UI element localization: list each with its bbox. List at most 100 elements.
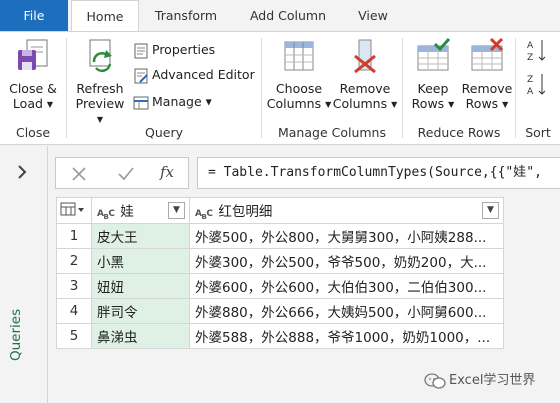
text-type-icon: ABC <box>97 209 115 221</box>
properties-button[interactable]: Properties <box>133 40 215 60</box>
cell-detail[interactable]: 外婆880，外公666，大姨妈500，小阿舅600... <box>189 298 504 324</box>
cell-name[interactable]: 妞妞 <box>91 273 190 299</box>
tab-home[interactable]: Home <box>71 0 139 32</box>
group-label-reduce-rows: Reduce Rows <box>417 125 501 140</box>
chevron-down-icon: ▼ <box>205 97 212 107</box>
confirm-formula-button[interactable] <box>116 165 136 186</box>
chevron-down-icon: ▼ <box>325 100 332 109</box>
close-icon <box>72 167 86 181</box>
manage-button[interactable]: Manage ▼ <box>133 92 212 112</box>
watermark: Excel学习世界 <box>424 369 535 390</box>
chevron-down-icon: ▼ <box>46 100 54 109</box>
cell-name[interactable]: 鼻涕虫 <box>91 323 190 349</box>
group-query: Refresh Preview ▼ Properties Advanced Ed… <box>67 32 261 144</box>
refresh-preview-button[interactable]: Refresh Preview ▼ <box>71 38 129 127</box>
refresh-icon <box>71 38 129 77</box>
tab-transform[interactable]: Transform <box>143 0 229 31</box>
choose-columns-line2: Columns ▼ <box>266 96 332 111</box>
sort-descending-button[interactable]: Z A <box>526 72 551 97</box>
queries-pane: Queries <box>0 146 48 403</box>
close-load-line2: Load ▼ <box>12 96 54 111</box>
text-type-icon: ABC <box>195 209 213 221</box>
keep-rows-line2: Rows ▼ <box>411 96 455 111</box>
row-number[interactable]: 5 <box>56 323 92 349</box>
tab-file[interactable]: File <box>0 0 68 31</box>
cancel-formula-button[interactable] <box>70 165 88 186</box>
group-label-manage-columns: Manage Columns <box>277 125 386 140</box>
table-row: 2 小黑 外婆300，外公500，爷爷500，奶奶200，大... <box>56 248 504 274</box>
refresh-line2: Preview ▼ <box>75 96 125 124</box>
svg-text:A: A <box>527 87 534 96</box>
cell-detail[interactable]: 外婆300，外公500，爷爷500，奶奶200，大... <box>189 248 504 274</box>
wechat-icon <box>424 372 446 389</box>
remove-columns-line1: Remove <box>339 81 391 96</box>
close-and-load-button[interactable]: Close & Load ▼ <box>4 38 62 112</box>
group-reduce-rows: Keep Rows ▼ Remove Rows ▼ Reduce Rows <box>403 32 515 144</box>
keep-rows-line1: Keep <box>417 81 449 96</box>
chevron-down-icon: ▼ <box>391 100 398 109</box>
table-row: 5 鼻涕虫 外婆588，外公888，爷爷1000，奶奶1000，... <box>56 323 504 349</box>
manage-icon <box>133 96 149 109</box>
chevron-right-icon <box>18 165 27 179</box>
svg-text:A: A <box>527 41 534 51</box>
remove-rows-icon <box>459 37 515 77</box>
close-load-line1: Close & <box>9 81 57 96</box>
formula-bar-buttons: fx <box>55 157 189 189</box>
close-load-icon <box>4 38 62 77</box>
remove-rows-line2: Rows ▼ <box>465 96 509 111</box>
formula-input[interactable]: = Table.TransformColumnTypes(Source,{{"娃… <box>197 157 560 189</box>
group-manage-columns: Choose Columns ▼ Remove Columns ▼ Manage… <box>262 32 402 144</box>
group-close: Close & Load ▼ Close <box>0 32 66 144</box>
data-grid: ABC 娃 ▼ ABC 红包明细 ▼ 1 皮大王 外婆500，外公800，大舅舅30… <box>56 197 504 349</box>
remove-rows-button[interactable]: Remove Rows ▼ <box>459 37 515 112</box>
sort-descending-icon: Z A <box>527 74 546 97</box>
table-row: 3 妞妞 外婆600，外公600，大伯伯300，二伯伯300... <box>56 273 504 299</box>
remove-columns-icon <box>332 38 398 77</box>
expand-queries-button[interactable] <box>16 164 28 183</box>
group-label-query: Query <box>145 125 183 140</box>
chevron-down-icon: ▼ <box>448 100 455 109</box>
cell-name[interactable]: 小黑 <box>91 248 190 274</box>
cell-detail[interactable]: 外婆600，外公600，大伯伯300，二伯伯300... <box>189 273 504 299</box>
tab-add-column[interactable]: Add Column <box>238 0 338 31</box>
row-number[interactable]: 3 <box>56 273 92 299</box>
fx-button[interactable]: fx <box>160 163 174 181</box>
svg-text:Z: Z <box>527 75 533 85</box>
cell-name[interactable]: 皮大王 <box>91 223 190 249</box>
cell-detail[interactable]: 外婆500，外公800，大舅舅300，小阿姨288... <box>189 223 504 249</box>
chevron-down-icon: ▼ <box>96 115 104 124</box>
keep-rows-icon <box>407 37 459 77</box>
svg-text:Z: Z <box>527 53 533 62</box>
advanced-editor-icon <box>134 68 148 83</box>
column-header-detail[interactable]: ABC 红包明细 ▼ <box>189 197 504 224</box>
row-number[interactable]: 4 <box>56 298 92 324</box>
keep-rows-button[interactable]: Keep Rows ▼ <box>407 37 459 112</box>
row-number[interactable]: 1 <box>56 223 92 249</box>
ribbon-tabs: File Home Transform Add Column View <box>0 0 560 32</box>
queries-label: Queries <box>8 308 24 361</box>
sort-ascending-button[interactable]: A Z <box>526 38 551 63</box>
table-icon <box>60 202 84 215</box>
row-number[interactable]: 2 <box>56 248 92 274</box>
choose-columns-icon <box>266 38 332 77</box>
cell-name[interactable]: 胖司令 <box>91 298 190 324</box>
table-row: 4 胖司令 外婆880，外公666，大姨妈500，小阿舅600... <box>56 298 504 324</box>
column-header-name[interactable]: ABC 娃 ▼ <box>91 197 190 224</box>
cell-detail[interactable]: 外婆588，外公888，爷爷1000，奶奶1000，... <box>189 323 504 349</box>
remove-rows-line1: Remove <box>461 81 513 96</box>
filter-dropdown-button[interactable]: ▼ <box>482 202 499 219</box>
properties-icon <box>134 43 148 58</box>
group-label-sort: Sort <box>525 125 551 140</box>
advanced-editor-button[interactable]: Advanced Editor <box>133 65 255 85</box>
tab-view[interactable]: View <box>344 0 402 31</box>
table-menu-button[interactable] <box>56 197 92 224</box>
checkmark-icon <box>118 167 134 181</box>
group-sort: A Z Z A Sort <box>516 32 560 144</box>
remove-columns-button[interactable]: Remove Columns ▼ <box>332 38 398 112</box>
refresh-line1: Refresh <box>76 81 124 96</box>
sort-ascending-icon: A Z <box>527 40 546 63</box>
remove-columns-line2: Columns ▼ <box>332 96 398 111</box>
choose-columns-button[interactable]: Choose Columns ▼ <box>266 38 332 112</box>
choose-columns-line1: Choose <box>275 81 323 96</box>
filter-dropdown-button[interactable]: ▼ <box>168 202 185 219</box>
